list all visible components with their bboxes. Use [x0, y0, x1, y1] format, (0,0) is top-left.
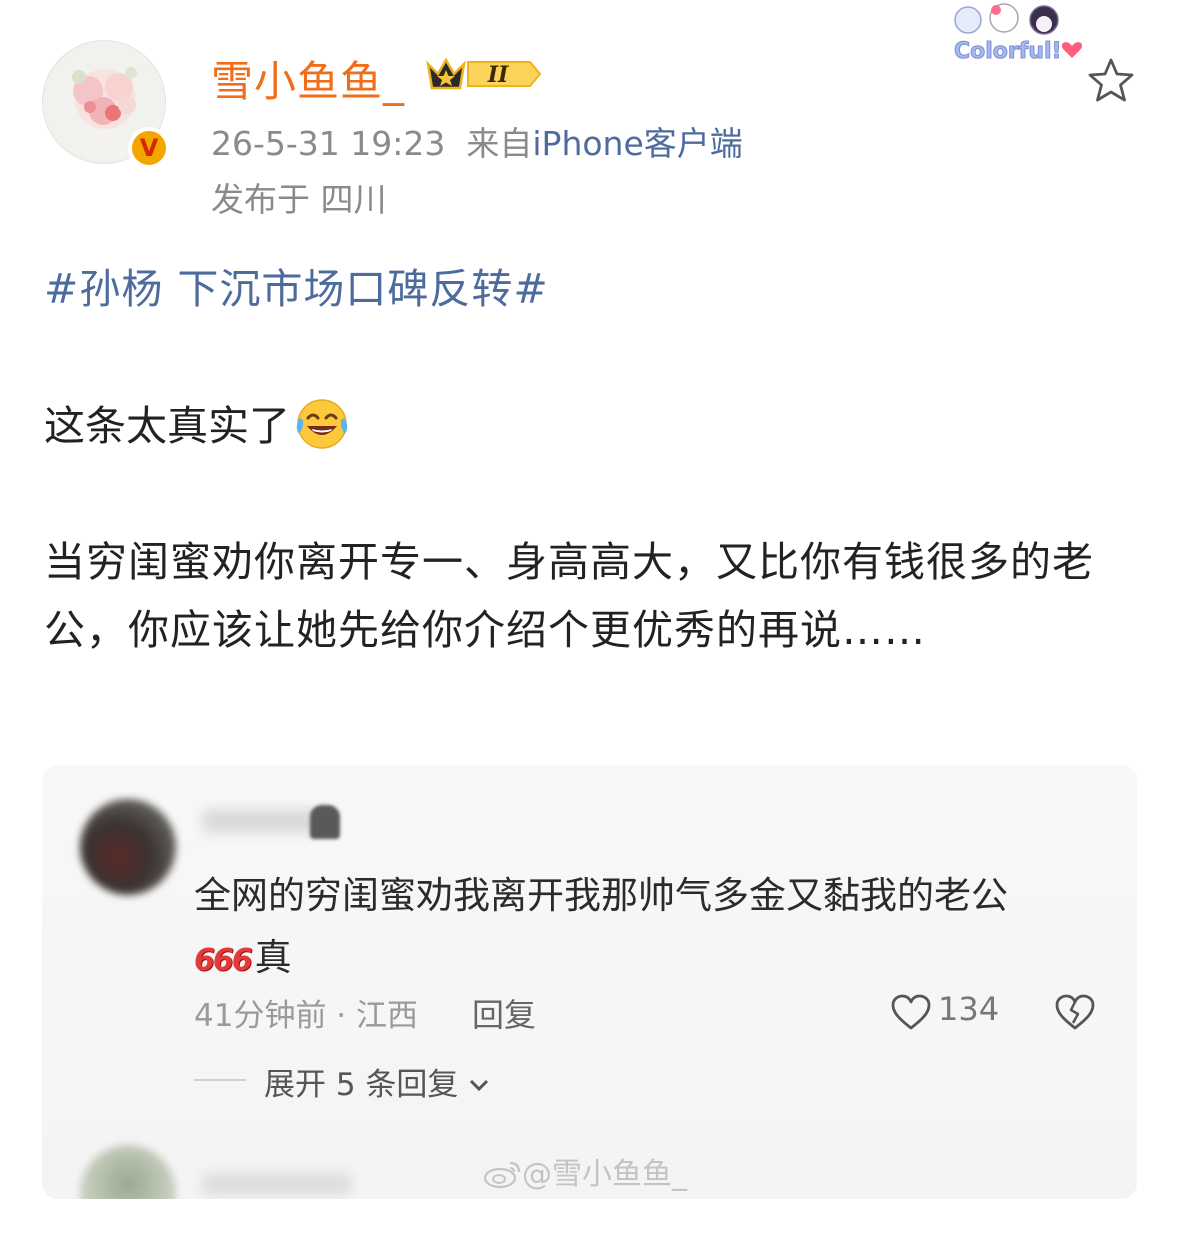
decoration-text: Colorful!	[954, 39, 1062, 64]
weibo-logo-icon	[483, 1161, 521, 1189]
colorful-decoration-sticker: Colorful!	[954, 3, 1083, 65]
post-meta: 26-5-31 19:23 来自iPhone客户端	[211, 117, 743, 165]
post-datetime: 26-5-31 19:23	[211, 124, 446, 163]
post-line: 这条太真实了	[44, 392, 350, 452]
comment-reply-button[interactable]: 回复	[472, 990, 536, 1036]
broken-heart-dislike-icon[interactable]	[1054, 993, 1096, 1031]
commenter-badge-icon	[310, 805, 340, 839]
heart-like-icon[interactable]	[890, 993, 932, 1031]
expand-replies-label: 展开 5 条回复	[264, 1067, 459, 1103]
expand-divider	[194, 1079, 246, 1081]
chevron-down-icon	[470, 1079, 489, 1092]
next-commenter-name-blurred	[202, 1173, 352, 1195]
commenter-avatar-blurred	[80, 799, 176, 895]
post-source[interactable]: iPhone客户端	[532, 124, 742, 163]
source-prefix: 来自	[466, 124, 533, 163]
vip-level: II	[487, 62, 509, 88]
star-favorite-icon[interactable]	[1085, 55, 1137, 107]
post-paragraph: 当穷闺蜜劝你离开专一、身高高大，又比你有钱很多的老公，你应该让她先给你介绍个更优…	[44, 538, 1094, 654]
expand-replies-button[interactable]: 展开 5 条回复	[264, 1059, 490, 1104]
weibo-watermark: @雪小鱼鱼_	[482, 1149, 687, 1193]
laughing-tears-emoji-icon	[296, 399, 348, 449]
embedded-screenshot-image[interactable]: 全网的穷闺蜜劝我离开我那帅气多金又黏我的老公 666 真 41分钟前 · 江西 回…	[42, 765, 1137, 1199]
six-six-six-sticker-icon: 666	[194, 943, 253, 978]
comment-like-count: 134	[938, 990, 1000, 1028]
comment-text-line2: 666 真	[194, 927, 292, 981]
comment-time-location: 41分钟前 · 江西	[194, 998, 419, 1034]
comment-text-tail: 真	[254, 936, 292, 979]
comment-text-line1: 全网的穷闺蜜劝我离开我那帅气多金又黏我的老公	[194, 874, 1008, 917]
watermark-text: @雪小鱼鱼_	[522, 1157, 687, 1192]
username[interactable]: 雪小鱼鱼_	[211, 48, 405, 109]
post-line-text: 这条太真实了	[44, 402, 290, 450]
verified-badge-icon: V	[128, 127, 170, 169]
post-location: 发布于 四川	[211, 180, 387, 219]
hashtag-link[interactable]: #孙杨 下沉市场口碑反转#	[44, 255, 549, 315]
vip-crown-badge-icon[interactable]: II	[424, 54, 542, 94]
